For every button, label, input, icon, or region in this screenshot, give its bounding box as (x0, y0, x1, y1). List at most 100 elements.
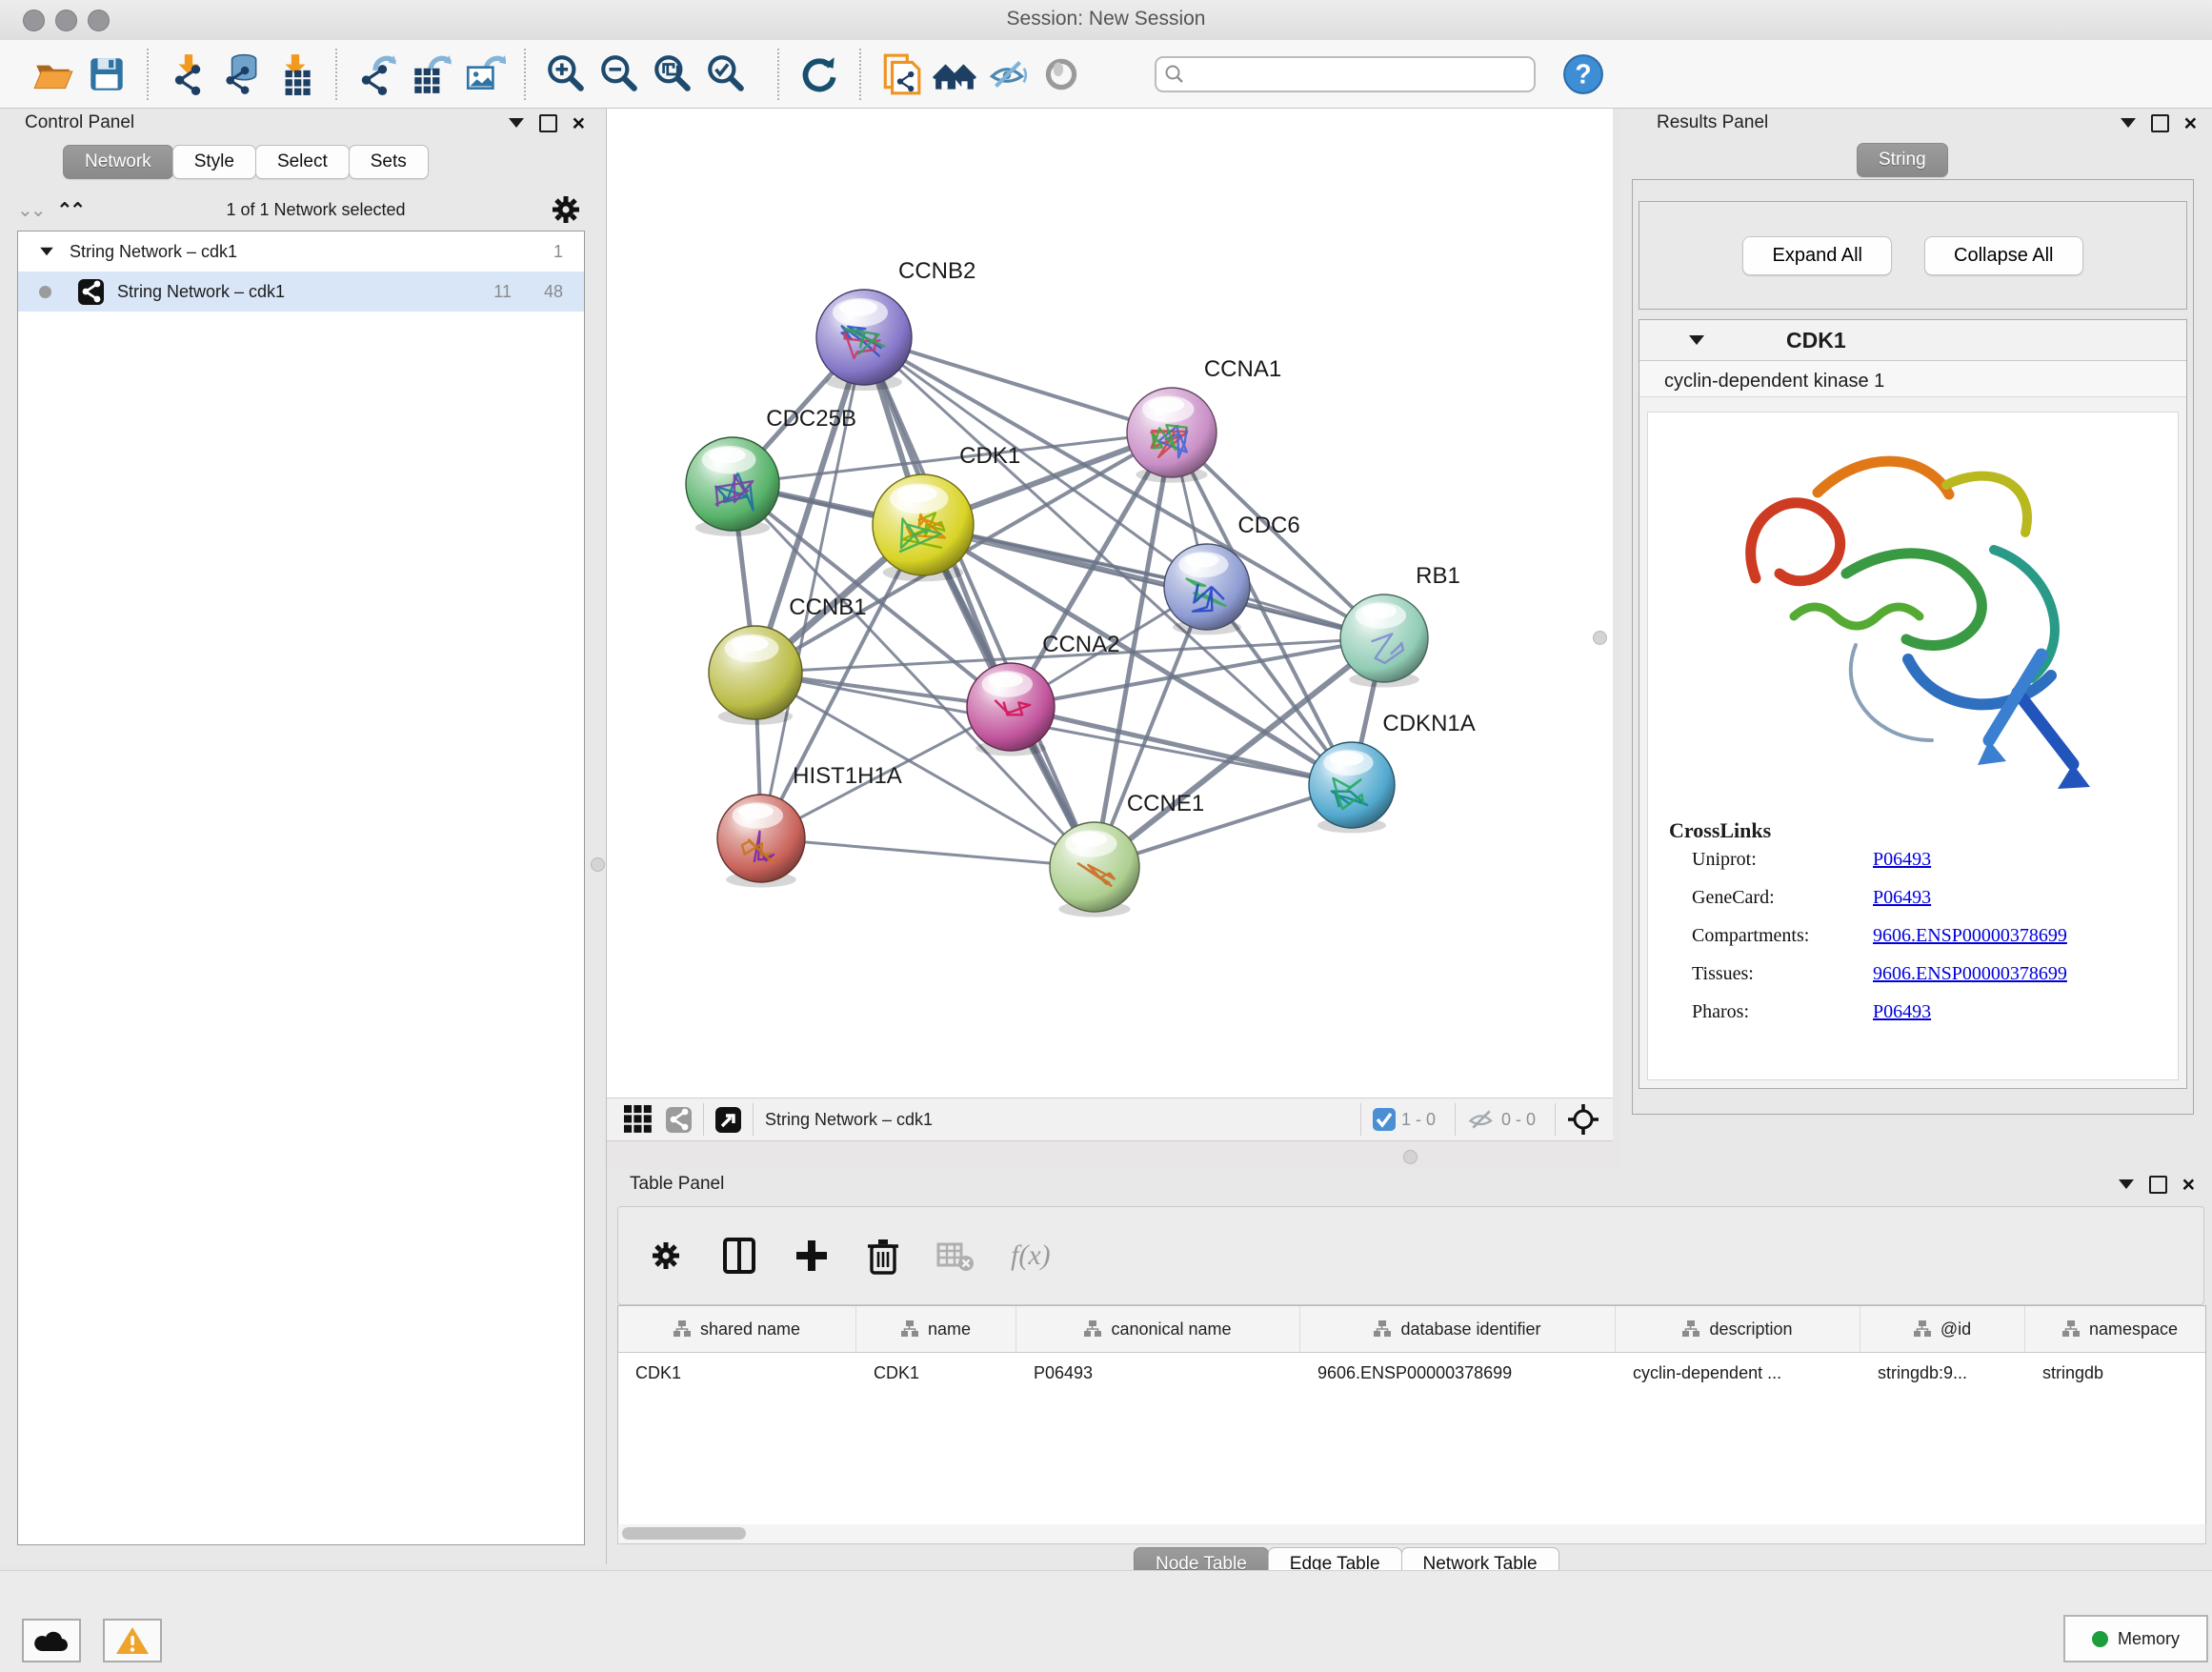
table-cell[interactable]: CDK1 (856, 1353, 1016, 1393)
function-builder-icon: f(x) (1011, 1239, 1051, 1272)
left-splitter-handle[interactable] (591, 857, 605, 872)
string-view-icon[interactable] (666, 1107, 692, 1133)
scrollbar-thumb[interactable] (622, 1527, 746, 1540)
fit-selected-crosshair-icon[interactable] (1567, 1103, 1599, 1136)
tab-style[interactable]: Style (172, 145, 256, 179)
toolbar-divider (703, 1103, 704, 1136)
zoom-fit-button[interactable] (646, 47, 699, 102)
search-box[interactable] (1155, 56, 1536, 92)
network-collection-row[interactable]: String Network – cdk1 1 (18, 232, 584, 272)
refresh-layout-button[interactable] (793, 47, 846, 102)
tab-string[interactable]: String (1857, 143, 1948, 177)
crosslink-link[interactable]: 9606.ENSP00000378699 (1873, 963, 2067, 985)
column-header-namespace[interactable]: namespace (2025, 1306, 2206, 1352)
column-header-name[interactable]: name (856, 1306, 1016, 1352)
table-hscrollbar[interactable] (617, 1524, 2206, 1544)
column-header-description[interactable]: description (1616, 1306, 1860, 1352)
node-label-CCNA1: CCNA1 (1204, 356, 1281, 382)
tree-expander-icon[interactable] (40, 248, 53, 256)
zoom-out-button[interactable] (593, 47, 646, 102)
selected-checkbox-icon[interactable] (1373, 1108, 1396, 1131)
table-cell[interactable]: P06493 (1016, 1353, 1300, 1393)
warnings-button[interactable] (103, 1619, 162, 1662)
delete-column-icon[interactable] (866, 1237, 900, 1275)
panel-collapse-icon[interactable] (2121, 118, 2136, 128)
table-cell[interactable]: stringdb:9... (1860, 1353, 2025, 1393)
crosslink-link[interactable]: P06493 (1873, 887, 1931, 909)
section-expander-icon[interactable] (1689, 335, 1704, 345)
expand-all-icon[interactable]: ⌃⌃ (57, 198, 84, 222)
table-cell[interactable]: stringdb (2025, 1353, 2206, 1393)
table-row[interactable]: CDK1CDK1P064939606.ENSP00000378699cyclin… (618, 1353, 2205, 1393)
node-section-header[interactable]: CDK1 (1639, 320, 2186, 361)
help-button[interactable]: ? (1557, 47, 1610, 102)
panel-float-icon[interactable] (2149, 1176, 2167, 1194)
network-canvas[interactable]: CCNB2CCNA1CDC25BCDK1CDC6RB1CCNB1CCNA2CDK… (607, 109, 1613, 1098)
bottom-splitter-handle[interactable] (1403, 1150, 1418, 1164)
panel-collapse-icon[interactable] (2119, 1179, 2134, 1189)
column-header-database-identifier[interactable]: database identifier (1300, 1306, 1616, 1352)
expand-all-button[interactable]: Expand All (1742, 236, 1892, 275)
network-collection-count: 1 (553, 242, 584, 262)
toolbar-divider (1555, 1103, 1556, 1136)
crosslink-row: Pharos:P06493 (1692, 1001, 2178, 1023)
show-all-button[interactable] (1035, 47, 1088, 102)
table-options-gear-icon[interactable] (647, 1237, 685, 1275)
node-label-RB1: RB1 (1416, 563, 1460, 589)
panel-collapse-icon[interactable] (509, 118, 524, 128)
table-cell[interactable]: CDK1 (618, 1353, 856, 1393)
column-header-@id[interactable]: @id (1860, 1306, 2025, 1352)
import-network-file-button[interactable] (162, 47, 215, 102)
node-result-section: CDK1 cyclin-dependent kinase 1 (1639, 319, 2187, 1089)
crosslink-row: Uniprot:P06493 (1692, 849, 2178, 871)
table-body: CDK1CDK1P064939606.ENSP00000378699cyclin… (618, 1353, 2205, 1393)
panel-close-icon[interactable]: × (573, 116, 585, 131)
grid-view-icon[interactable] (624, 1105, 653, 1134)
memory-button[interactable]: Memory (2063, 1615, 2208, 1662)
search-input[interactable] (1185, 64, 1503, 85)
crosslink-link[interactable]: P06493 (1873, 849, 1931, 871)
home-networks-button[interactable] (928, 47, 981, 102)
network-row-selected[interactable]: String Network – cdk1 11 48 (18, 272, 584, 312)
clone-network-button[interactable] (875, 47, 928, 102)
crosslink-link[interactable]: P06493 (1873, 1001, 1931, 1023)
tab-network[interactable]: Network (63, 145, 173, 179)
zoom-selected-button[interactable] (699, 47, 753, 102)
crosslink-label: Compartments: (1692, 925, 1873, 947)
crosslink-row: Tissues:9606.ENSP00000378699 (1692, 963, 2178, 985)
crosslink-row: GeneCard:P06493 (1692, 887, 2178, 909)
panel-float-icon[interactable] (539, 114, 557, 132)
panel-close-icon[interactable]: × (2184, 116, 2197, 131)
control-panel-title: Control Panel (25, 112, 134, 133)
zoom-in-button[interactable] (539, 47, 593, 102)
table-cell[interactable]: 9606.ENSP00000378699 (1300, 1353, 1616, 1393)
panel-close-icon[interactable]: × (2182, 1178, 2195, 1192)
import-network-database-button[interactable] (215, 47, 269, 102)
node-details: CrossLinks Uniprot:P06493GeneCard:P06493… (1647, 412, 2179, 1080)
export-image-button[interactable] (457, 47, 511, 102)
export-table-button[interactable] (404, 47, 457, 102)
memory-status-dot (2092, 1631, 2108, 1647)
column-header-canonical-name[interactable]: canonical name (1016, 1306, 1300, 1352)
hide-unhide-button[interactable] (981, 47, 1035, 102)
collapse-all-button[interactable]: Collapse All (1924, 236, 2083, 275)
tab-sets[interactable]: Sets (349, 145, 429, 179)
collapse-all-icon[interactable]: ⌄⌄ (17, 198, 44, 222)
panel-float-icon[interactable] (2151, 114, 2169, 132)
table-cell[interactable]: cyclin-dependent ... (1616, 1353, 1860, 1393)
hidden-eye-icon[interactable] (1467, 1107, 1496, 1132)
network-options-gear-icon[interactable] (549, 192, 583, 227)
protein-structure-image (1703, 426, 2122, 807)
create-column-icon[interactable] (794, 1238, 830, 1274)
crosslink-link[interactable]: 9606.ENSP00000378699 (1873, 925, 2067, 947)
show-columns-icon[interactable] (721, 1237, 757, 1275)
column-header-shared-name[interactable]: shared name (618, 1306, 856, 1352)
cloud-status-button[interactable] (22, 1619, 81, 1662)
birdseye-view-icon[interactable] (715, 1107, 741, 1133)
open-session-button[interactable] (27, 47, 80, 102)
save-session-button[interactable] (80, 47, 133, 102)
tab-select[interactable]: Select (255, 145, 350, 179)
import-table-file-button[interactable] (269, 47, 322, 102)
export-network-button[interactable] (351, 47, 404, 102)
right-splitter-handle[interactable] (1593, 631, 1607, 645)
